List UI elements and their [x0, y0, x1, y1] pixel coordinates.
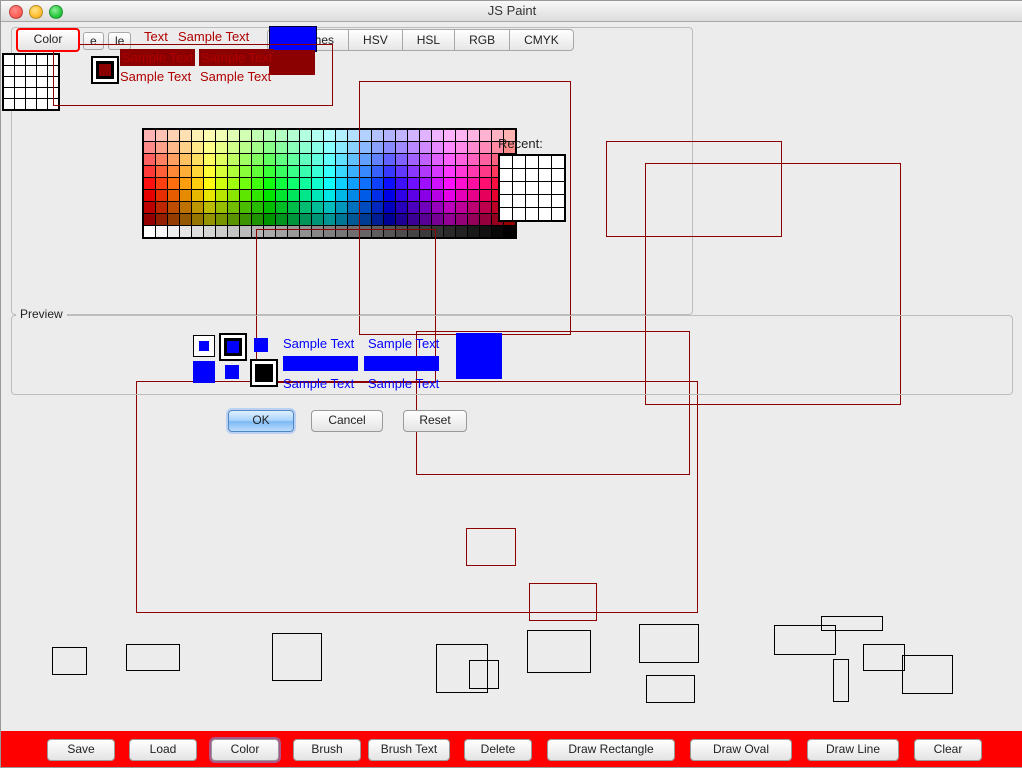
drawn-rectangle[interactable]: [646, 675, 695, 703]
drawn-rectangle[interactable]: [833, 659, 849, 702]
sample-text-red-2b: Sample Text: [199, 49, 274, 66]
preview-label: Preview: [16, 307, 67, 321]
traffic-minimize-icon[interactable]: [29, 5, 43, 19]
preview-sw-5[interactable]: [225, 365, 239, 379]
window-title: JS Paint: [488, 3, 536, 18]
preview-sw-6[interactable]: [250, 359, 278, 387]
drawn-rectangle[interactable]: [469, 660, 499, 689]
sample-text-blue-1b: Sample Text: [368, 336, 439, 351]
drawn-rectangle[interactable]: [821, 616, 883, 631]
drawn-rectangle-red[interactable]: [466, 528, 516, 566]
tab-cmyk[interactable]: CMYK: [510, 29, 574, 51]
brush-button[interactable]: Brush: [293, 739, 361, 761]
drawn-rectangle-red[interactable]: [529, 583, 597, 621]
sample-text-red-1a: Text: [144, 29, 168, 44]
sample-text-blue-1a: Sample Text: [283, 336, 354, 351]
sample-text-blue-2a: Sample Text: [283, 356, 358, 371]
drawn-rectangle[interactable]: [52, 647, 87, 675]
preview-large-swatch: [456, 333, 502, 379]
preview-sw-3[interactable]: [254, 338, 268, 352]
draw-rectangle-button[interactable]: Draw Rectangle: [547, 739, 675, 761]
tab-hsv[interactable]: HSV: [349, 29, 403, 51]
window-titlebar: JS Paint: [1, 1, 1022, 22]
traffic-close-icon[interactable]: [9, 5, 23, 19]
sample-text-red-2a: Sample Text: [120, 49, 195, 66]
selected-swatch-red[interactable]: [91, 56, 119, 84]
swatch-grid-topleft[interactable]: [2, 53, 60, 111]
sample-text-blue-2b: Sample Text: [364, 356, 439, 371]
tab-hsl[interactable]: HSL: [403, 29, 455, 51]
drawn-rectangle[interactable]: [272, 633, 322, 681]
delete-button[interactable]: Delete: [464, 739, 532, 761]
preview-sw-1[interactable]: [193, 335, 215, 357]
save-button[interactable]: Save: [47, 739, 115, 761]
sample-text-blue-3a: Sample Text: [283, 376, 354, 391]
drawn-rectangle[interactable]: [527, 630, 591, 673]
traffic-zoom-icon[interactable]: [49, 5, 63, 19]
sample-text-red-3b: Sample Text: [200, 69, 271, 84]
tab-rgb[interactable]: RGB: [455, 29, 510, 51]
drawn-rectangle[interactable]: [126, 644, 180, 671]
sample-text-red-3a: Sample Text: [120, 69, 191, 84]
ok-button[interactable]: OK: [228, 410, 294, 432]
drawn-rectangle[interactable]: [639, 624, 699, 663]
draw-oval-button[interactable]: Draw Oval: [690, 739, 792, 761]
preview-sw-4[interactable]: [193, 361, 215, 383]
color-button[interactable]: Color: [211, 739, 279, 761]
preview-sw-2[interactable]: [219, 333, 247, 361]
drawn-rectangle[interactable]: [863, 644, 905, 671]
preview-panel: Preview: [11, 315, 1013, 395]
load-button[interactable]: Load: [129, 739, 197, 761]
cancel-button[interactable]: Cancel: [311, 410, 383, 432]
brush-text-button[interactable]: Brush Text: [368, 739, 450, 761]
reset-button[interactable]: Reset: [403, 410, 467, 432]
sample-text-blue-3b: Sample Text: [368, 376, 439, 391]
sample-text-red-1b: Sample Text: [178, 29, 249, 44]
bottom-toolbar: Save Load Color Brush Brush Text Delete …: [1, 731, 1022, 767]
active-tab-color[interactable]: Color: [16, 28, 80, 52]
drawn-rectangle[interactable]: [902, 655, 953, 694]
clear-button[interactable]: Clear: [914, 739, 982, 761]
draw-line-button[interactable]: Draw Line: [807, 739, 899, 761]
